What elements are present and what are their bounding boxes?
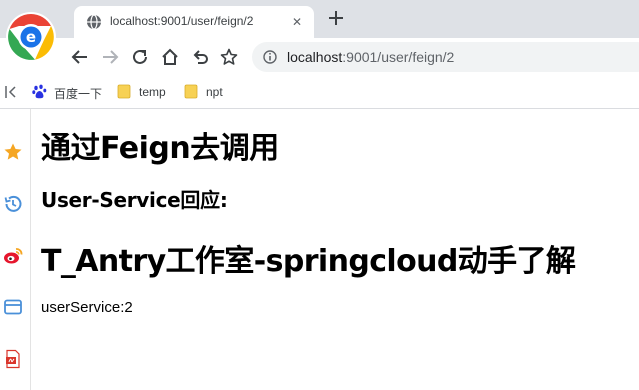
response-heading: User-Service回应: — [41, 188, 228, 212]
tab-title: localhost:9001/user/feign/2 — [110, 14, 254, 28]
folder-icon — [184, 84, 198, 99]
forward-arrow-icon[interactable] — [101, 48, 119, 66]
info-icon[interactable] — [263, 50, 277, 64]
bookmark-folder-temp[interactable]: temp — [117, 84, 177, 100]
url-host: localhost — [287, 49, 343, 65]
bookmarks-bar: 百度一下 temp npt — [0, 76, 639, 109]
tab-close-icon[interactable]: ✕ — [292, 15, 302, 29]
baidu-paw-icon — [32, 84, 47, 99]
bookmark-folder-npt[interactable]: npt — [184, 84, 244, 100]
back-arrow-icon[interactable] — [71, 48, 89, 66]
favorites-star-icon[interactable] — [3, 142, 23, 162]
sidebar-toggle-icon[interactable] — [4, 84, 18, 100]
browser-tab[interactable]: localhost:9001/user/feign/2 ✕ — [74, 6, 314, 38]
folder-icon — [117, 84, 131, 99]
bookmark-label-npt: npt — [206, 85, 223, 99]
url-text: localhost:9001/user/feign/2 — [287, 49, 454, 65]
browser-logo-icon: e — [6, 12, 56, 62]
weibo-icon[interactable] — [3, 246, 23, 266]
new-tab-plus-icon[interactable] — [326, 8, 346, 28]
sidebar — [0, 109, 31, 390]
reload-icon[interactable] — [131, 48, 149, 66]
toolbar: localhost:9001/user/feign/2 — [0, 38, 639, 76]
url-path: :9001/user/feign/2 — [342, 49, 455, 65]
bookmark-label-temp: temp — [139, 85, 166, 99]
studio-heading: T_Antry工作室-springcloud动手了解 — [41, 244, 576, 279]
address-bar[interactable]: localhost:9001/user/feign/2 — [252, 42, 639, 72]
bookmark-label-baidu: 百度一下 — [54, 87, 103, 101]
bookmark-star-icon[interactable] — [220, 48, 238, 66]
pdf-icon[interactable] — [3, 349, 23, 369]
window-icon[interactable] — [3, 297, 23, 317]
history-icon[interactable] — [3, 194, 23, 214]
undo-icon[interactable] — [191, 48, 209, 66]
tab-strip: localhost:9001/user/feign/2 ✕ — [0, 0, 639, 38]
page-heading: 通过Feign去调用 — [41, 131, 279, 166]
service-response-text: userService:2 — [41, 299, 133, 316]
globe-icon — [87, 14, 101, 30]
svg-text:e: e — [26, 28, 36, 46]
home-icon[interactable] — [161, 48, 179, 66]
bookmark-item-baidu[interactable]: 百度一下 — [32, 84, 112, 101]
